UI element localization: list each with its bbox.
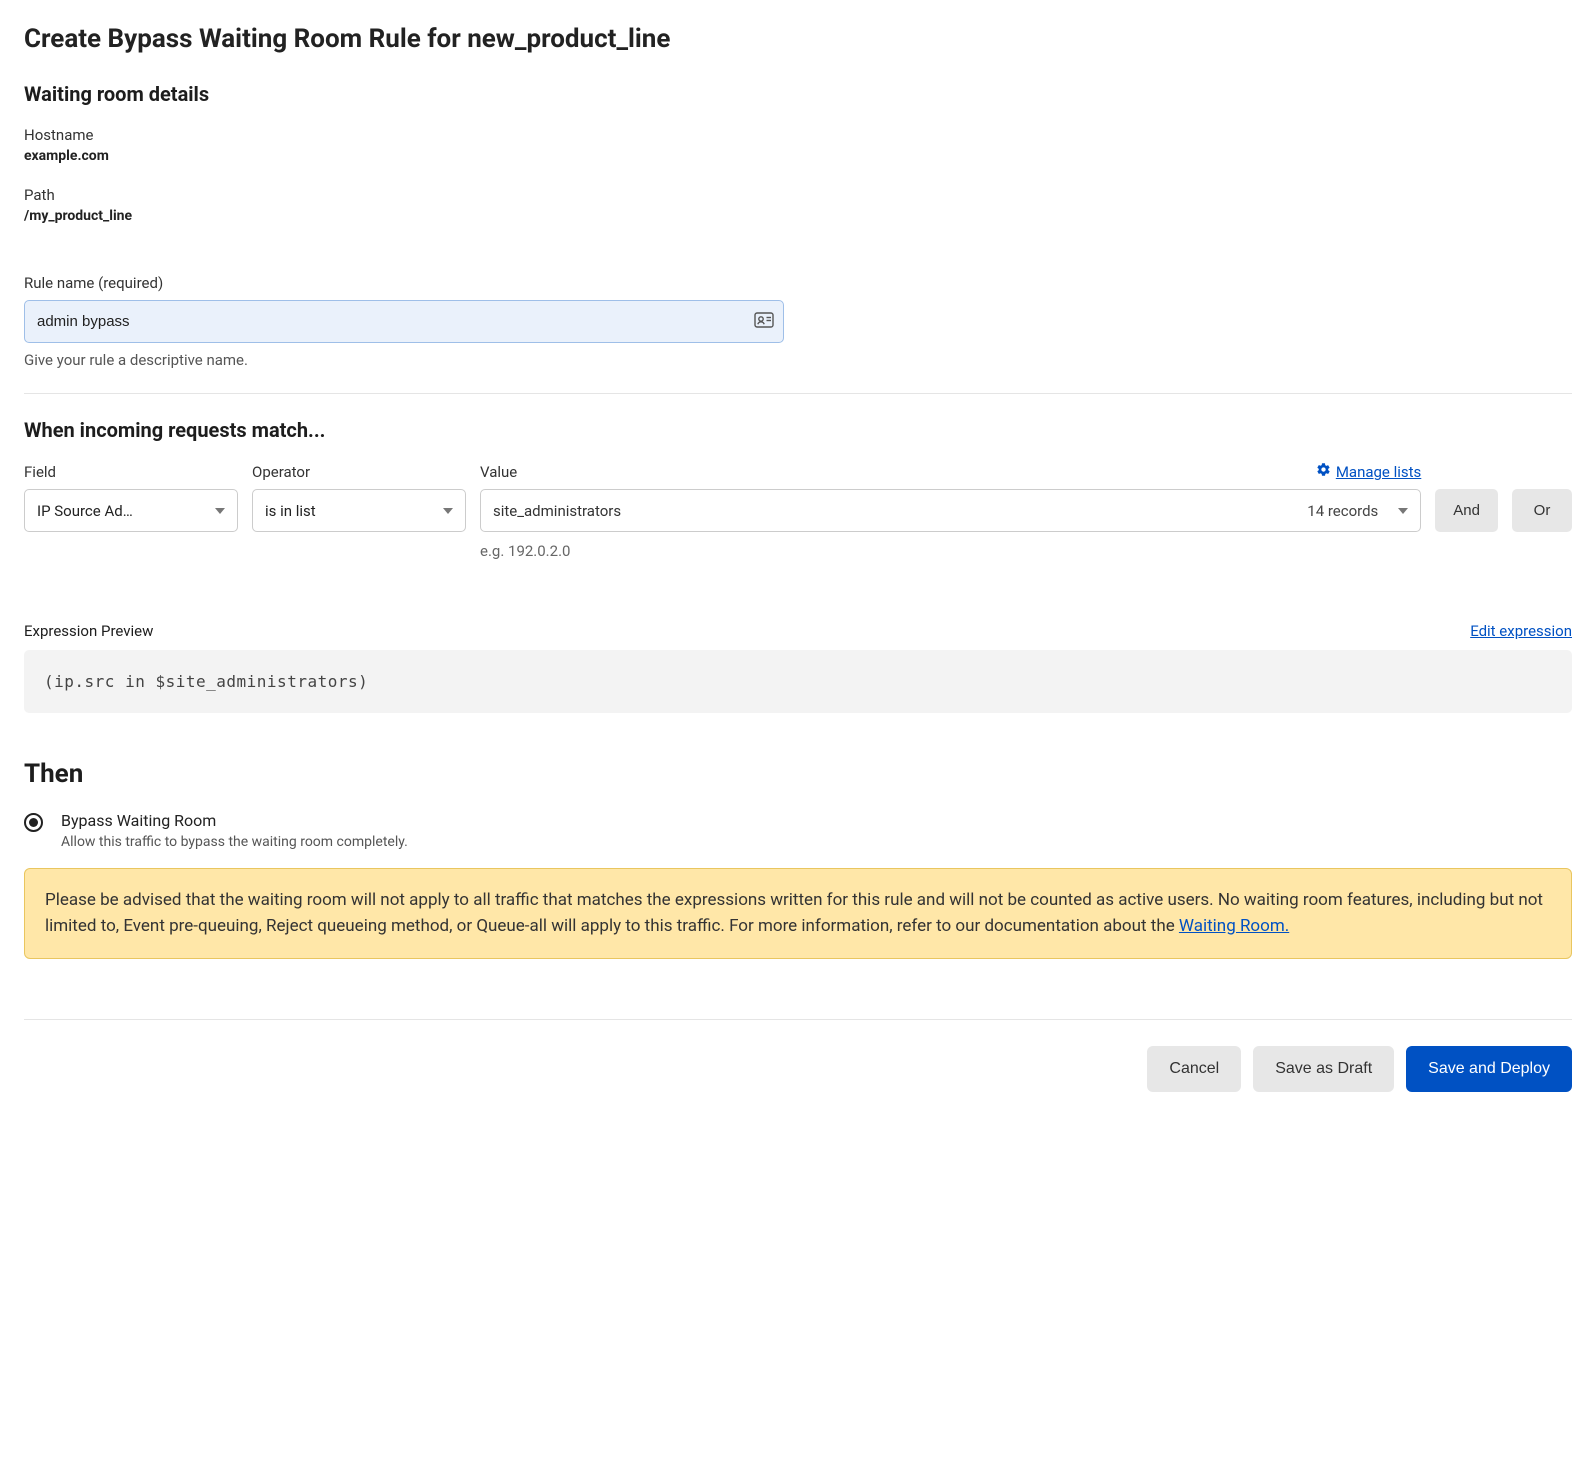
chevron-down-icon	[1398, 508, 1408, 514]
value-records-count: 14 records	[1307, 502, 1378, 520]
value-select-value: site_administrators	[493, 502, 1295, 520]
chevron-down-icon	[215, 508, 225, 514]
value-label: Value	[480, 463, 517, 481]
waiting-room-details-heading: Waiting room details	[24, 82, 1572, 106]
expression-preview-code: (ip.src in $site_administrators)	[24, 650, 1572, 713]
field-select[interactable]: IP Source Ad…	[24, 489, 238, 532]
rule-name-label: Rule name (required)	[24, 274, 1572, 292]
bypass-waiting-room-desc: Allow this traffic to bypass the waiting…	[61, 834, 408, 850]
manage-lists-text: Manage lists	[1336, 463, 1421, 481]
rule-name-input[interactable]	[24, 300, 784, 343]
then-heading: Then	[24, 759, 1572, 789]
hostname-value: example.com	[24, 148, 1572, 164]
gear-icon	[1316, 462, 1331, 481]
operator-select[interactable]: is in list	[252, 489, 466, 532]
field-select-value: IP Source Ad…	[37, 502, 133, 520]
divider	[24, 1019, 1572, 1020]
path-label: Path	[24, 186, 1572, 204]
save-deploy-button[interactable]: Save and Deploy	[1406, 1046, 1572, 1092]
save-draft-button[interactable]: Save as Draft	[1253, 1046, 1394, 1092]
operator-label: Operator	[252, 463, 466, 481]
expression-preview-heading: Expression Preview	[24, 622, 153, 640]
operator-select-value: is in list	[265, 502, 316, 520]
or-button[interactable]: Or	[1512, 489, 1572, 532]
page-title: Create Bypass Waiting Room Rule for new_…	[24, 24, 1572, 54]
hostname-label: Hostname	[24, 126, 1572, 144]
path-value: /my_product_line	[24, 208, 1572, 224]
waiting-room-doc-link[interactable]: Waiting Room.	[1179, 916, 1289, 936]
chevron-down-icon	[443, 508, 453, 514]
bypass-waiting-room-radio[interactable]	[24, 813, 43, 832]
bypass-waiting-room-label: Bypass Waiting Room	[61, 811, 408, 830]
cancel-button[interactable]: Cancel	[1147, 1046, 1241, 1092]
divider	[24, 393, 1572, 394]
edit-expression-link[interactable]: Edit expression	[1470, 622, 1572, 640]
warning-banner: Please be advised that the waiting room …	[24, 868, 1572, 959]
value-example: e.g. 192.0.2.0	[480, 542, 1424, 560]
and-button[interactable]: And	[1435, 489, 1498, 532]
field-label: Field	[24, 463, 238, 481]
manage-lists-link[interactable]: Manage lists	[1316, 462, 1421, 481]
value-select[interactable]: site_administrators 14 records	[480, 489, 1421, 532]
rule-name-hint: Give your rule a descriptive name.	[24, 351, 1572, 369]
contact-card-icon	[754, 312, 774, 332]
match-heading: When incoming requests match...	[24, 418, 1572, 442]
warning-text: Please be advised that the waiting room …	[45, 890, 1543, 936]
